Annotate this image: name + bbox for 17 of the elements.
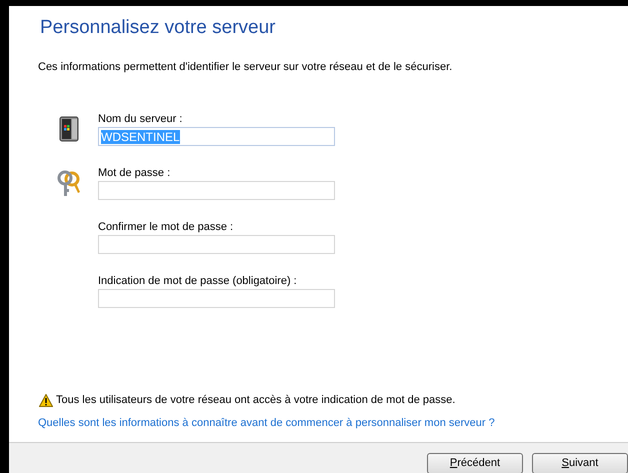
warning-text: Tous les utilisateurs de votre réseau ont accès à votre indication de mot de passe.	[56, 393, 456, 407]
field-value: WDSENTINEL	[101, 130, 180, 144]
field-label: Confirmer le mot de passe :	[98, 220, 234, 234]
page-title: Personnalisez votre serveur	[40, 17, 276, 39]
input-field[interactable]	[98, 235, 335, 254]
help-link[interactable]: Quelles sont les informations à connaître avant de commencer à personnaliser mon serveur ?	[38, 416, 628, 430]
field-label: Nom du serveur :	[98, 112, 184, 126]
server-icon	[58, 116, 80, 142]
field-label: Mot de passe :	[98, 166, 172, 180]
nav-button[interactable]: Suivant	[532, 453, 628, 473]
field-label: Indication de mot de passe (obligatoire) :	[98, 274, 298, 288]
keys-icon	[56, 170, 82, 198]
input-field[interactable]	[98, 289, 335, 308]
nav-button[interactable]: Précédent	[427, 453, 523, 473]
warning-icon	[39, 394, 53, 406]
input-field[interactable]	[98, 181, 335, 200]
description: Ces informations permettent d'identifier le serveur sur votre réseau et de le sécuriser.	[38, 60, 454, 74]
